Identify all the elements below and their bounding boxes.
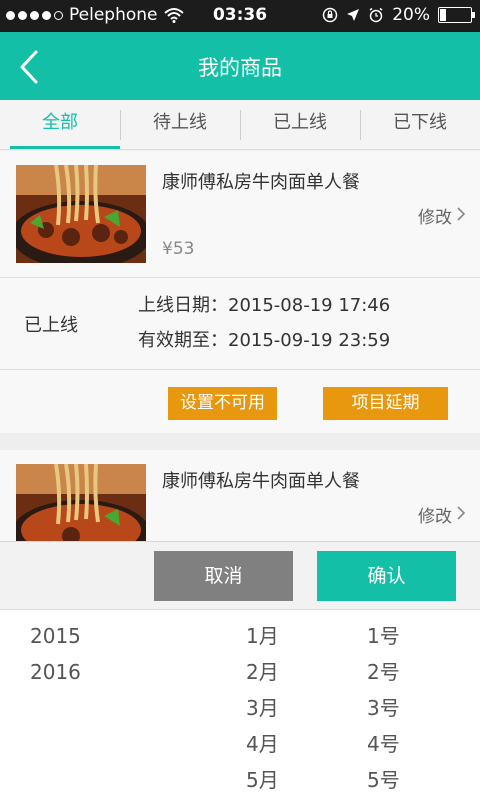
product-actions: 设置不可用 项目延期 <box>0 370 480 432</box>
status-bar: Pelephone 03:36 20% <box>0 0 480 32</box>
edit-link[interactable]: 修改 <box>418 203 452 228</box>
valid-until-value: 2015-09-19 23:59 <box>228 330 391 351</box>
picker-option[interactable]: 2015 <box>30 618 81 654</box>
tab-online[interactable]: 已上线 <box>240 100 360 149</box>
rotation-lock-icon <box>322 7 338 23</box>
disable-button[interactable]: 设置不可用 <box>168 387 277 420</box>
status-indicators: 20% <box>322 5 475 25</box>
battery-percent: 20% <box>392 5 430 25</box>
valid-until-label: 有效期至： <box>138 330 228 351</box>
picker-toolbar: 取消 确认 <box>0 541 480 609</box>
chevron-right-icon[interactable] <box>456 506 466 520</box>
tab-pending[interactable]: 待上线 <box>120 100 240 149</box>
valid-until-line: 有效期至：2015-09-19 23:59 <box>138 326 390 352</box>
tab-bar: 全部 待上线 已上线 已下线 <box>0 100 480 150</box>
cancel-button[interactable]: 取消 <box>154 551 293 601</box>
product-image <box>16 165 146 263</box>
month-column[interactable]: 1月 2月 3月 4月 5月 <box>246 618 279 798</box>
nav-bar: 我的商品 <box>0 32 480 100</box>
location-arrow-icon <box>347 9 360 21</box>
tab-all[interactable]: 全部 <box>0 100 120 149</box>
picker-option[interactable]: 4月 <box>246 726 279 762</box>
picker-option[interactable]: 1号 <box>367 618 400 654</box>
picker-option[interactable]: 4号 <box>367 726 400 762</box>
product-card: 康师傅私房牛肉面单人餐 修改 <box>0 450 480 562</box>
year-column[interactable]: 2015 2016 <box>30 618 81 690</box>
picker-option[interactable]: 3月 <box>246 690 279 726</box>
picker-option[interactable]: 3号 <box>367 690 400 726</box>
status-badge: 已上线 <box>24 315 78 336</box>
online-date-value: 2015-08-19 17:46 <box>228 295 391 316</box>
online-date-label: 上线日期： <box>138 295 228 316</box>
product-name: 康师傅私房牛肉面单人餐 <box>162 471 360 492</box>
picker-option[interactable]: 2016 <box>30 654 81 690</box>
picker-option[interactable]: 1月 <box>246 618 279 654</box>
picker-option[interactable]: 2号 <box>367 654 400 690</box>
alarm-icon <box>369 7 383 23</box>
page-title: 我的商品 <box>198 56 282 80</box>
confirm-button[interactable]: 确认 <box>317 551 456 601</box>
picker-option[interactable]: 2月 <box>246 654 279 690</box>
product-card: 康师傅私房牛肉面单人餐 修改 ¥53 已上线 上线日期：2015-08-19 1… <box>0 151 480 433</box>
extend-button[interactable]: 项目延期 <box>323 387 448 420</box>
edit-link[interactable]: 修改 <box>418 502 452 527</box>
product-name: 康师傅私房牛肉面单人餐 <box>162 172 360 193</box>
product-price: ¥53 <box>162 239 195 259</box>
picker-option[interactable]: 5号 <box>367 762 400 798</box>
battery-icon <box>438 7 475 23</box>
product-status-info: 已上线 上线日期：2015-08-19 17:46 有效期至：2015-09-1… <box>0 278 480 370</box>
online-date-line: 上线日期：2015-08-19 17:46 <box>138 291 390 317</box>
tab-offline[interactable]: 已下线 <box>360 100 480 149</box>
date-picker[interactable]: 2015 2016 1月 2月 3月 4月 5月 1号 2号 3号 4号 5号 <box>0 609 480 800</box>
picker-option[interactable]: 5月 <box>246 762 279 798</box>
day-column[interactable]: 1号 2号 3号 4号 5号 <box>367 618 400 798</box>
chevron-right-icon[interactable] <box>456 207 466 221</box>
product-summary[interactable]: 康师傅私房牛肉面单人餐 修改 ¥53 <box>0 151 480 278</box>
